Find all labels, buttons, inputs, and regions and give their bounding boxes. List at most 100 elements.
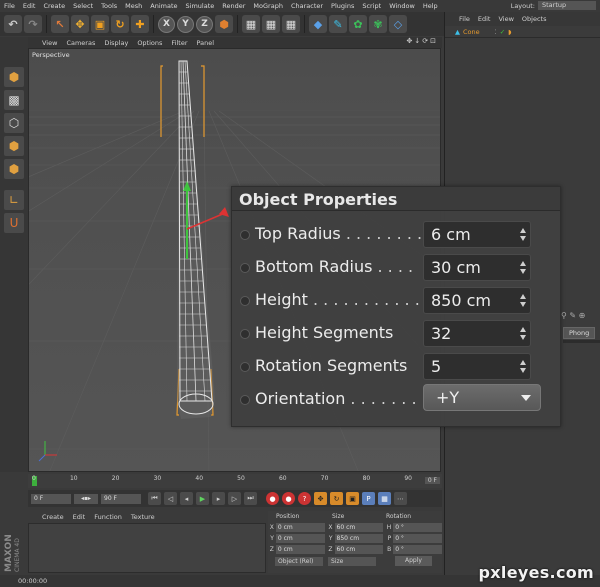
range-slider-icon[interactable]: ◂▪▸ — [74, 493, 98, 504]
spinner-arrows-icon[interactable] — [520, 359, 527, 375]
size-y-field[interactable]: 850 cm — [334, 534, 384, 543]
animate-param-radio[interactable] — [240, 263, 250, 273]
mat-menu-function[interactable]: Function — [94, 513, 122, 521]
orientation-dropdown[interactable]: +Y — [423, 384, 541, 411]
menu-file[interactable]: File — [0, 2, 19, 10]
mat-menu-edit[interactable]: Edit — [73, 513, 86, 521]
end-frame-field[interactable]: 90 F — [101, 493, 141, 504]
undo-icon[interactable]: ↶ — [4, 15, 22, 33]
rotation-b-field[interactable]: 0 ° — [393, 545, 443, 554]
menu-plugins[interactable]: Plugins — [327, 2, 358, 10]
size-x-field[interactable]: 60 cm — [334, 523, 384, 532]
param-value[interactable]: 5 — [431, 357, 441, 376]
model-mode-icon[interactable]: ⬢ — [4, 67, 24, 87]
texture-mode-icon[interactable]: ▩ — [4, 90, 24, 110]
menu-window[interactable]: Window — [385, 2, 419, 10]
height-field[interactable]: 850 cm — [423, 287, 531, 314]
om-menu-view[interactable]: View — [498, 15, 513, 23]
size-z-field[interactable]: 60 cm — [334, 545, 384, 554]
size-mode-dropdown[interactable]: Size — [328, 556, 376, 566]
menu-mesh[interactable]: Mesh — [121, 2, 146, 10]
rotation-h-field[interactable]: 0 ° — [393, 523, 443, 532]
scale-tool-icon[interactable]: ▣ — [91, 15, 109, 33]
position-x-field[interactable]: 0 cm — [275, 523, 325, 532]
move-tool-icon[interactable]: ✥ — [71, 15, 89, 33]
om-menu-file[interactable]: File — [459, 15, 470, 23]
next-key-icon[interactable]: ▷ — [228, 492, 241, 505]
mat-menu-create[interactable]: Create — [42, 513, 64, 521]
animate-param-radio[interactable] — [240, 362, 250, 372]
cube-primitive-icon[interactable]: ◆ — [309, 15, 327, 33]
attribute-search-icon[interactable]: ⚲ ✎ ⊕ — [561, 311, 585, 320]
phong-tag-tab[interactable]: Phong — [563, 327, 596, 339]
render-picture-viewer-icon[interactable]: ▦ — [262, 15, 280, 33]
previous-key-icon[interactable]: ◁ — [164, 492, 177, 505]
vp-menu-cameras[interactable]: Cameras — [66, 39, 95, 47]
spinner-arrows-icon[interactable] — [520, 326, 527, 342]
menu-simulate[interactable]: Simulate — [182, 2, 219, 10]
z-axis-lock-icon[interactable]: Z — [196, 15, 213, 33]
coordinate-system-icon[interactable]: ⬢ — [215, 15, 233, 33]
param-value[interactable]: 32 — [431, 324, 451, 343]
start-frame-field[interactable]: 0 F — [31, 493, 71, 504]
apply-button[interactable]: Apply — [395, 556, 432, 566]
previous-frame-icon[interactable]: ◂ — [180, 492, 193, 505]
live-selection-icon[interactable]: ↖ — [51, 15, 69, 33]
enabled-check-icon[interactable]: ✓ — [500, 28, 505, 36]
x-axis-lock-icon[interactable]: X — [158, 15, 175, 33]
bottom-radius-field[interactable]: 30 cm — [423, 254, 531, 281]
key-rotation-icon[interactable]: ↻ — [330, 492, 343, 505]
menu-mograph[interactable]: MoGraph — [249, 2, 287, 10]
vp-menu-panel[interactable]: Panel — [197, 39, 215, 47]
workplane-icon[interactable]: ∟ — [4, 190, 24, 210]
animate-param-radio[interactable] — [240, 329, 250, 339]
menu-help[interactable]: Help — [419, 2, 442, 10]
phong-tag-icon[interactable]: ◗ — [508, 28, 511, 36]
points-mode-icon[interactable]: ⬢ — [4, 136, 24, 156]
deformer-icon[interactable]: ◇ — [389, 15, 407, 33]
animate-param-radio[interactable] — [240, 395, 250, 405]
menu-script[interactable]: Script — [358, 2, 385, 10]
object-name[interactable]: Cone — [463, 28, 480, 36]
param-value[interactable]: 6 cm — [431, 225, 471, 244]
coordinate-mode-dropdown[interactable]: Object (Rel) — [275, 556, 323, 566]
render-view-icon[interactable]: ▦ — [242, 15, 260, 33]
nurbs-icon[interactable]: ✿ — [349, 15, 367, 33]
om-menu-objects[interactable]: Objects — [522, 15, 547, 23]
play-icon[interactable]: ▶ — [196, 492, 209, 505]
animate-param-radio[interactable] — [240, 230, 250, 240]
rotate-tool-icon[interactable]: ↻ — [111, 15, 129, 33]
key-position-icon[interactable]: ✥ — [314, 492, 327, 505]
visibility-dots-icon[interactable]: ⁚ — [495, 28, 497, 36]
mat-menu-texture[interactable]: Texture — [131, 513, 155, 521]
height-segments-field[interactable]: 32 — [423, 320, 531, 347]
animate-param-radio[interactable] — [240, 296, 250, 306]
layout-dropdown[interactable]: Startup — [538, 1, 596, 10]
position-y-field[interactable]: 0 cm — [275, 534, 325, 543]
object-row-cone[interactable]: ▲ Cone ⁚ ✓ ◗ — [445, 26, 600, 38]
array-icon[interactable]: ✾ — [369, 15, 387, 33]
vp-menu-display[interactable]: Display — [104, 39, 128, 47]
menu-edit[interactable]: Edit — [19, 2, 40, 10]
material-manager-area[interactable] — [28, 523, 266, 573]
menu-render[interactable]: Render — [218, 2, 249, 10]
spinner-arrows-icon[interactable] — [520, 260, 527, 276]
om-menu-edit[interactable]: Edit — [478, 15, 491, 23]
menu-animate[interactable]: Animate — [146, 2, 181, 10]
timeline-settings-icon[interactable]: ⋯ — [394, 492, 407, 505]
spinner-arrows-icon[interactable] — [520, 293, 527, 309]
polygons-mode-icon[interactable]: ⬢ — [4, 159, 24, 179]
render-settings-icon[interactable]: ▦ — [282, 15, 300, 33]
go-to-end-icon[interactable]: ⏭ — [244, 492, 257, 505]
redo-icon[interactable]: ↷ — [24, 15, 42, 33]
record-key-icon[interactable]: ● — [266, 492, 279, 505]
menu-create[interactable]: Create — [39, 2, 69, 10]
param-value[interactable]: 850 cm — [431, 291, 491, 310]
position-z-field[interactable]: 0 cm — [275, 545, 325, 554]
viewport-nav-icons[interactable]: ✥↓⟳⊡ — [407, 37, 438, 45]
axis-mode-icon[interactable]: ⬡ — [4, 113, 24, 133]
vp-menu-view[interactable]: View — [42, 39, 57, 47]
vp-menu-options[interactable]: Options — [137, 39, 162, 47]
keyframe-selection-icon[interactable]: ? — [298, 492, 311, 505]
snap-magnet-icon[interactable]: Ս — [4, 213, 24, 233]
